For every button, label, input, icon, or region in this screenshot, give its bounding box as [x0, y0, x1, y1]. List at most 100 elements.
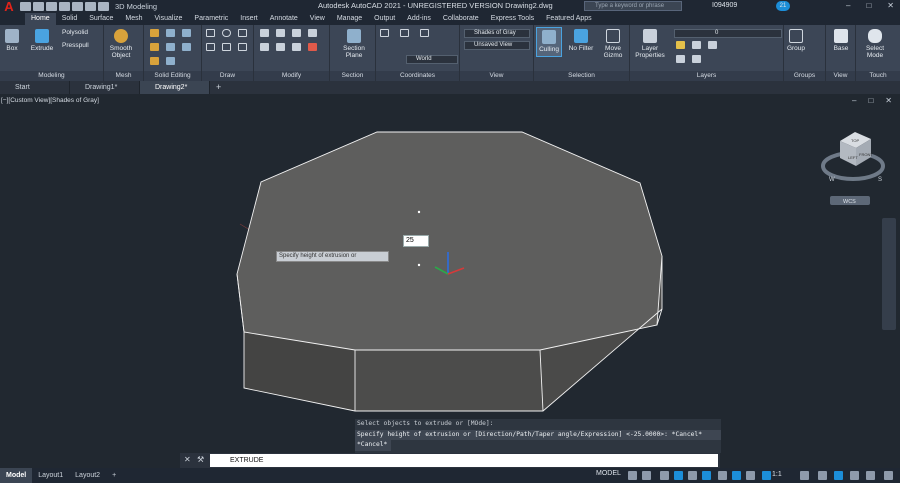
panel-title[interactable]: Solid Editing	[144, 71, 201, 81]
polyline-icon[interactable]	[238, 29, 247, 37]
isodraft-icon[interactable]	[688, 471, 697, 480]
layer-properties-button[interactable]: Layer Properties	[632, 29, 668, 59]
add-layout-icon[interactable]: +	[106, 468, 122, 483]
mirror-icon[interactable]	[308, 29, 317, 37]
navigation-bar[interactable]	[882, 218, 896, 330]
tab-manage[interactable]: Manage	[331, 13, 368, 25]
tab-visualize[interactable]: Visualize	[149, 13, 189, 25]
units-icon[interactable]	[850, 471, 859, 480]
close-command-line-icon[interactable]: ✕	[184, 455, 191, 464]
panel-title[interactable]: Section	[330, 71, 375, 81]
tab-express-tools[interactable]: Express Tools	[485, 13, 540, 25]
layer-match-icon[interactable]	[692, 55, 701, 63]
copy-icon[interactable]	[292, 29, 301, 37]
doc-tab-drawing2[interactable]: Drawing2*	[140, 81, 210, 94]
layout-tab-layout2[interactable]: Layout2	[69, 468, 106, 483]
close-icon[interactable]: ✕	[887, 1, 894, 10]
viewport-controls-label[interactable]: [−][Custom View][Shades of Gray]	[1, 97, 99, 104]
layout-tab-model[interactable]: Model	[0, 468, 33, 483]
customization-menu-icon[interactable]	[884, 471, 893, 480]
viewport-close-icon[interactable]: ✕	[885, 96, 892, 105]
shell-icon[interactable]	[166, 43, 175, 51]
annotation-visibility-icon[interactable]	[800, 471, 809, 480]
tab-featured-apps[interactable]: Featured Apps	[540, 13, 598, 25]
drawing-viewport[interactable]: LEFT FRONT TOP W S WCS [−][Custom View][…	[0, 94, 900, 453]
presspull-button[interactable]: Presspull	[62, 42, 89, 49]
panel-title[interactable]: View	[826, 71, 855, 81]
layer-select[interactable]: 0	[674, 29, 782, 38]
user-account[interactable]: I094909	[712, 2, 737, 9]
select-mode-button[interactable]: Select Mode	[860, 29, 890, 59]
search-input[interactable]: Type a keyword or phrase	[584, 1, 682, 11]
snap-icon[interactable]	[642, 471, 651, 480]
annotation-scale[interactable]: 1:1	[772, 471, 782, 478]
model-space-toggle[interactable]: MODEL	[596, 470, 621, 477]
layout-tab-layout1[interactable]: Layout1	[32, 468, 69, 483]
visual-style-select[interactable]: Shades of Gray	[464, 29, 530, 38]
annotation-monitor-icon[interactable]	[834, 471, 843, 480]
panel-title[interactable]: Touch	[856, 71, 900, 81]
array-icon[interactable]	[292, 43, 301, 51]
minimize-icon[interactable]: –	[846, 1, 850, 10]
new-file-icon[interactable]	[20, 2, 31, 11]
grid-icon[interactable]	[628, 471, 637, 480]
transparency-icon[interactable]	[732, 471, 741, 480]
union-icon[interactable]	[150, 29, 159, 37]
fillet-edge-icon[interactable]	[166, 57, 175, 65]
panel-title[interactable]: Coordinates	[376, 71, 459, 81]
tab-collaborate[interactable]: Collaborate	[437, 13, 485, 25]
polysolid-button[interactable]: Polysolid	[62, 29, 88, 36]
tab-solid[interactable]: Solid	[56, 13, 84, 25]
group-button[interactable]: Group	[786, 29, 806, 52]
tab-annotate[interactable]: Annotate	[264, 13, 304, 25]
section-plane-button[interactable]: Section Plane	[340, 29, 368, 59]
culling-button[interactable]: Culling	[536, 27, 562, 57]
named-view-select[interactable]: Unsaved View	[464, 41, 530, 50]
tab-addins[interactable]: Add-ins	[401, 13, 437, 25]
save-icon[interactable]	[46, 2, 57, 11]
thicken-icon[interactable]	[182, 43, 191, 51]
tab-insert[interactable]: Insert	[234, 13, 264, 25]
lineweight-icon[interactable]	[718, 471, 727, 480]
prism-top-face[interactable]	[236, 131, 663, 351]
print-icon[interactable]	[72, 2, 83, 11]
ucs-origin-icon[interactable]	[420, 29, 429, 37]
panel-title[interactable]: Modeling	[0, 71, 103, 81]
object-snap-tracking-icon[interactable]	[702, 471, 711, 480]
layer-freeze-icon[interactable]	[692, 41, 701, 49]
customize-wrench-icon[interactable]: ⚒	[197, 455, 204, 464]
rotate-icon[interactable]	[276, 29, 285, 37]
move-gizmo-button[interactable]: Move Gizmo	[598, 29, 628, 59]
circle-icon[interactable]	[222, 29, 231, 37]
dynamic-input-height[interactable]: 25	[403, 235, 429, 247]
tab-output[interactable]: Output	[368, 13, 401, 25]
panel-title[interactable]: View	[460, 71, 533, 81]
panel-title[interactable]: Mesh	[104, 71, 143, 81]
viewcube[interactable]: LEFT FRONT TOP W S WCS	[821, 132, 885, 205]
tab-view[interactable]: View	[304, 13, 331, 25]
erase-icon[interactable]	[308, 43, 317, 51]
box-button[interactable]: Box	[2, 29, 22, 52]
panel-title[interactable]: Modify	[254, 71, 329, 81]
maximize-icon[interactable]: □	[866, 1, 871, 10]
panel-title[interactable]: Selection	[534, 71, 629, 81]
separate-icon[interactable]	[166, 29, 175, 37]
no-filter-button[interactable]: No Filter	[566, 29, 596, 52]
doc-tab-drawing1[interactable]: Drawing1*	[70, 81, 140, 94]
compass-west[interactable]: W	[829, 177, 835, 183]
viewport-minimize-icon[interactable]: –	[852, 96, 856, 105]
selection-cycling-icon[interactable]	[746, 471, 755, 480]
tab-home[interactable]: Home	[25, 13, 56, 25]
new-tab-icon[interactable]: +	[210, 81, 221, 94]
panel-title[interactable]: Draw	[202, 71, 253, 81]
base-view-button[interactable]: Base	[830, 29, 852, 52]
panel-title[interactable]: Layers	[630, 71, 783, 81]
slice-icon[interactable]	[182, 29, 191, 37]
move-icon[interactable]	[260, 29, 269, 37]
ucs-world-icon[interactable]	[400, 29, 409, 37]
isolate-objects-icon[interactable]	[866, 471, 875, 480]
fillet-icon[interactable]	[276, 43, 285, 51]
ucs-select[interactable]: World	[406, 55, 458, 64]
workspace-gear-icon[interactable]	[818, 471, 827, 480]
rectangle-icon[interactable]	[222, 43, 231, 51]
